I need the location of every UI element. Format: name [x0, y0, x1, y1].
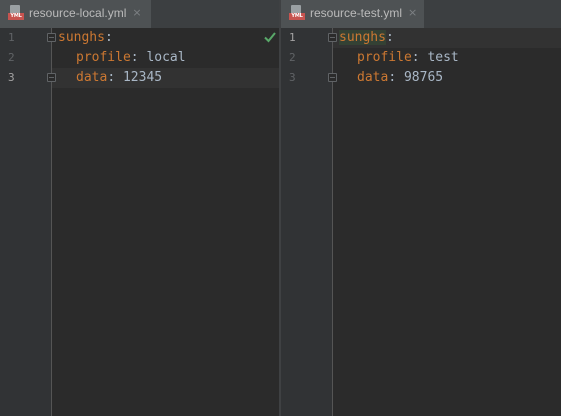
line-number: 3 [289, 71, 296, 84]
line-number: 2 [289, 51, 296, 64]
line-number: 1 [289, 31, 296, 44]
editor-right[interactable]: 1 2 3 sunghs: profile: test data: 98765 [281, 28, 561, 416]
yaml-key: data [76, 70, 108, 85]
editor-left[interactable]: 1 2 3 sunghs: profile: local data: 12345 [0, 28, 279, 416]
yaml-key: profile [357, 50, 412, 65]
line-number: 2 [8, 51, 15, 64]
yaml-value: 12345 [122, 70, 163, 85]
fold-marker-icon[interactable] [47, 33, 56, 42]
tab-bar-right: YML resource-test.yml × [281, 0, 561, 29]
code-line-current: sunghs: [333, 28, 561, 48]
tab-title: resource-local.yml [29, 5, 127, 20]
yml-file-icon: YML [8, 4, 24, 21]
yml-file-icon: YML [289, 4, 305, 21]
fold-marker-icon[interactable] [47, 73, 56, 82]
fold-marker-icon[interactable] [328, 33, 337, 42]
line-number-gutter: 1 2 3 [0, 28, 52, 416]
fold-marker-icon[interactable] [328, 73, 337, 82]
code-line-current: data: 12345 [52, 68, 279, 88]
editor-pane-right: YML resource-test.yml × 1 2 3 sunghs: pr… [281, 0, 561, 416]
tab-resource-test[interactable]: YML resource-test.yml × [281, 0, 424, 28]
tab-title: resource-test.yml [310, 5, 403, 20]
line-number: 1 [8, 31, 15, 44]
checkmark-icon[interactable] [263, 30, 277, 44]
yaml-value: local [146, 50, 186, 65]
code-line: data: 98765 [357, 70, 444, 85]
editor-pane-left: YML resource-local.yml × 1 2 3 sunghs: p… [0, 0, 279, 416]
code-line: profile: local [76, 50, 186, 65]
yaml-value: test [427, 50, 459, 65]
close-icon[interactable]: × [132, 6, 141, 19]
ide-window: YML resource-local.yml × 1 2 3 sunghs: p… [0, 0, 561, 416]
yaml-key: profile [76, 50, 131, 65]
tab-resource-local[interactable]: YML resource-local.yml × [0, 0, 151, 28]
code-line: profile: test [357, 50, 459, 65]
tab-bar-left: YML resource-local.yml × [0, 0, 279, 29]
code-line: sunghs: [58, 30, 113, 45]
yaml-key: sunghs [58, 30, 105, 45]
yaml-key: data [357, 70, 389, 85]
line-number: 3 [8, 71, 15, 84]
yaml-key: sunghs [339, 30, 386, 45]
yaml-value: 98765 [403, 70, 444, 85]
line-number-gutter: 1 2 3 [281, 28, 333, 416]
close-icon[interactable]: × [408, 6, 417, 19]
code-area[interactable]: sunghs: profile: local data: 12345 [52, 28, 279, 416]
code-area[interactable]: sunghs: profile: test data: 98765 [333, 28, 561, 416]
